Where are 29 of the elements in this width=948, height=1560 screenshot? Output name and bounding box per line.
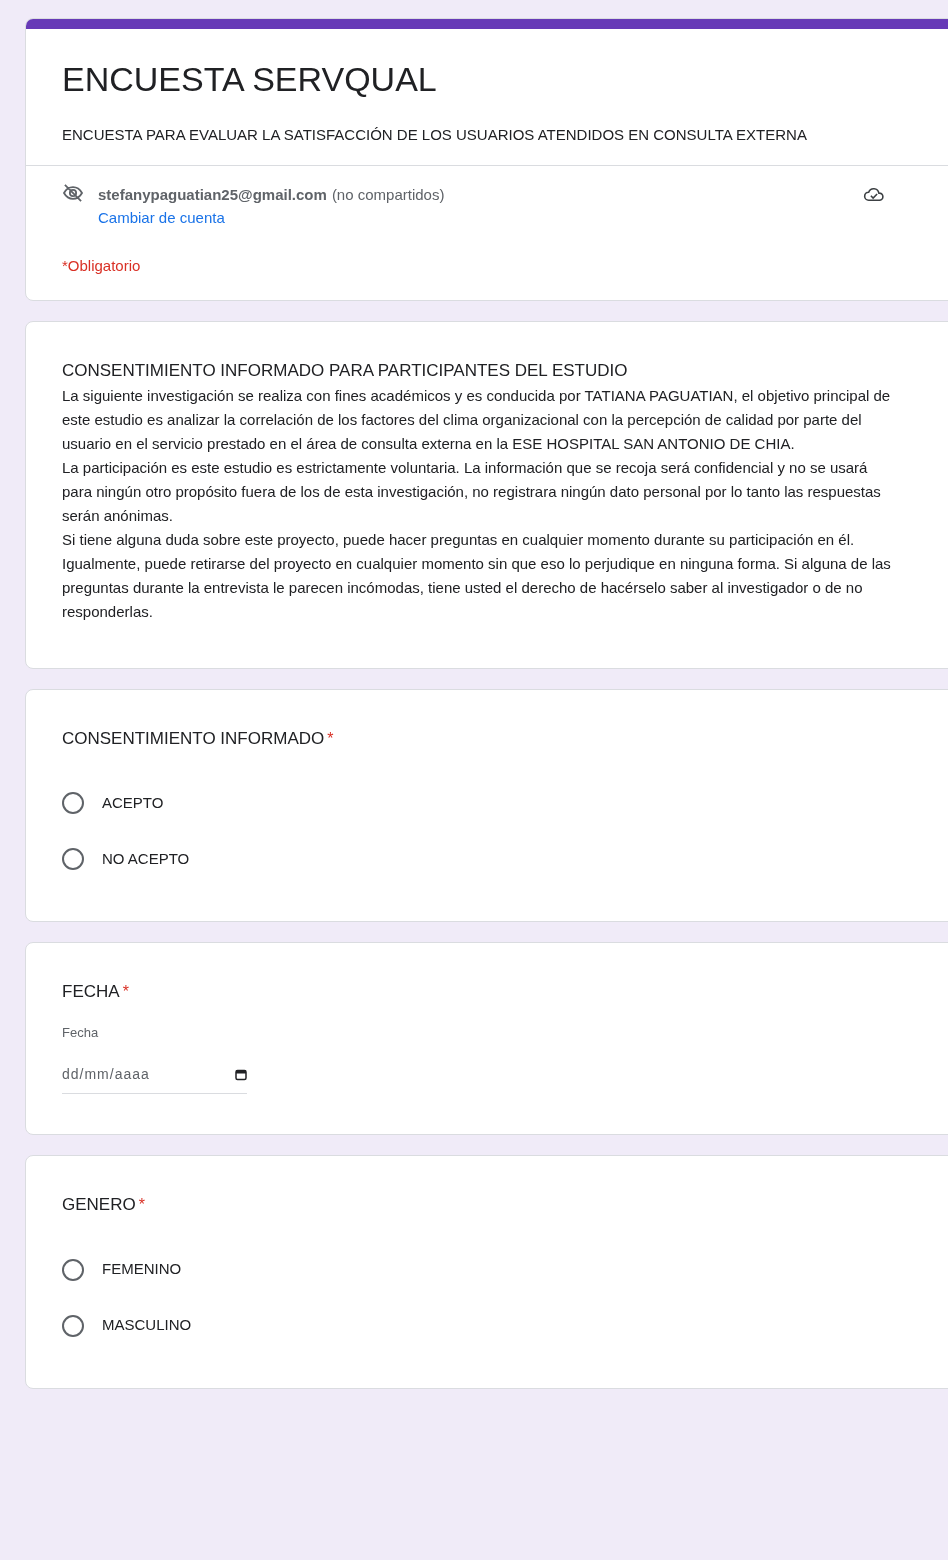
date-field[interactable]: dd/mm/aaaa bbox=[62, 1064, 247, 1094]
question-title: GENERO bbox=[62, 1194, 136, 1216]
section-paragraph: La participación es este estudio es estrictamente voluntaria. La información que se recoja será confidencial y no se usará para ningún otro propósito fuera de los de esta investigación, no registrara ningún dato personal por lo tanto las respuestas serán anónimas. bbox=[62, 457, 882, 526]
radio-button[interactable] bbox=[62, 1314, 84, 1337]
form-description: ENCUESTA PARA EVALUAR LA SATISFACCIÓN DE LOS USUARIOS ATENDIDOS EN CONSULTA EXTERNA bbox=[62, 125, 808, 145]
hidden-eye-icon bbox=[62, 184, 84, 202]
question-title: CONSENTIMIENTO INFORMADO bbox=[62, 727, 325, 750]
radio-button[interactable] bbox=[62, 1258, 84, 1281]
required-note: *Obligatorio bbox=[62, 256, 142, 276]
question-title: FECHA bbox=[62, 981, 120, 1003]
required-asterisk: * bbox=[138, 1195, 145, 1215]
radio-button[interactable] bbox=[62, 848, 84, 870]
option-label: ACEPTO bbox=[102, 792, 164, 813]
account-note: (no compartidos) bbox=[331, 185, 445, 205]
option-label: MASCULINO bbox=[102, 1315, 192, 1336]
required-asterisk: * bbox=[327, 728, 334, 749]
section-heading: CONSENTIMIENTO INFORMADO PARA PARTICIPANTES DEL ESTUDIO bbox=[62, 359, 629, 382]
required-asterisk: * bbox=[122, 982, 129, 1002]
field-label: Fecha bbox=[62, 1023, 100, 1042]
section-paragraph: La siguiente investigación se realiza con fines académicos y es conducida por TATIANA PAGUATIAN, el objetivo principal de este estudio es analizar la correlación de los factores del clima organizacional con la percepción de calidad por parte del usuario en el servicio prestado en el área de consulta externa en la ESE HOSPITAL SAN ANTONIO DE CHIA. bbox=[62, 385, 892, 454]
option-label: NO ACEPTO bbox=[102, 848, 190, 869]
calendar-icon bbox=[235, 1068, 247, 1081]
account-email: stefanypaguatian25@gmail.com bbox=[98, 185, 327, 205]
radio-button[interactable] bbox=[62, 792, 84, 814]
cloud-check-icon bbox=[863, 186, 885, 202]
form-title: ENCUESTA SERVQUAL bbox=[62, 59, 438, 100]
option-label: FEMENINO bbox=[102, 1259, 182, 1280]
section-paragraph: Si tiene alguna duda sobre este proyecto, puede hacer preguntas en cualquier momento durante su participación en él. Igualmente, puede retirarse del proyecto en cualquier momento sin que eso lo perjudique en ninguna forma. Si alguna de las preguntas durante la entrevista le parecen incómodas, tiene usted el derecho de hacérselo saber al investigador o de no responderlas. bbox=[62, 529, 892, 622]
switch-account-link[interactable]: Cambiar de cuenta bbox=[98, 206, 225, 229]
